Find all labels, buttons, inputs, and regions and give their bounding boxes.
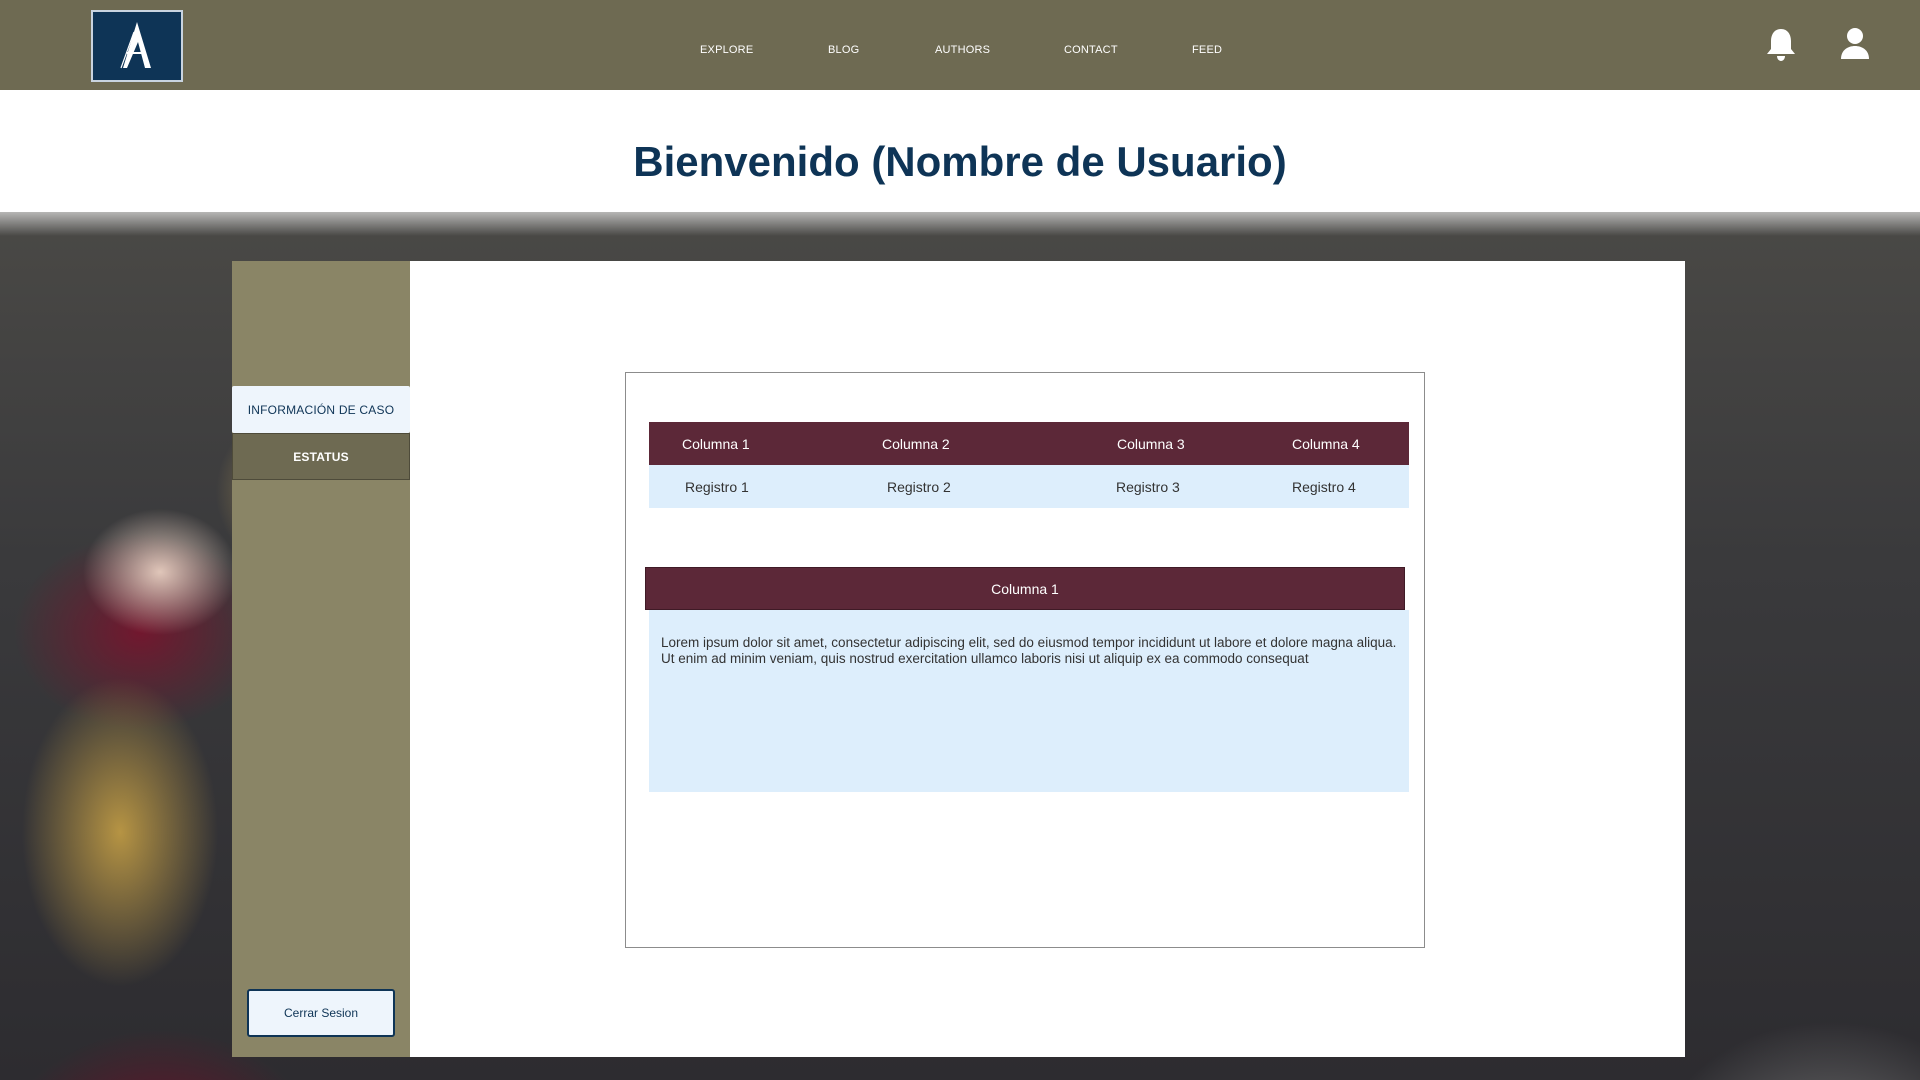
- profile-button[interactable]: [1838, 26, 1872, 62]
- records-table: Columna 1 Columna 2 Columna 3 Columna 4 …: [649, 422, 1409, 508]
- detail-table-body: Lorem ipsum dolor sit amet, consectetur …: [649, 610, 1409, 792]
- top-navigation-bar: EXPLORE BLOG AUTHORS CONTACT FEED: [0, 0, 1920, 90]
- site-logo[interactable]: [91, 10, 183, 82]
- main-panel: INFORMACIÓN DE CASO ESTATUS Cerrar Sesio…: [232, 261, 1685, 1057]
- table-row[interactable]: Registro 1 Registro 2 Registro 3 Registr…: [649, 465, 1409, 508]
- bell-icon: [1767, 29, 1795, 61]
- table-header-cell: Columna 2: [882, 435, 950, 452]
- detail-table-header: Columna 1: [645, 567, 1405, 610]
- table-header-cell: Columna 3: [1117, 435, 1185, 452]
- nav-feed[interactable]: FEED: [1192, 44, 1222, 56]
- sidebar-item-status[interactable]: ESTATUS: [232, 433, 410, 480]
- table-header-cell: Columna 4: [1292, 435, 1360, 452]
- page-title: Bienvenido (Nombre de Usuario): [633, 138, 1287, 185]
- user-icon: [1841, 28, 1869, 59]
- nav-contact[interactable]: CONTACT: [1064, 44, 1118, 56]
- logout-button[interactable]: Cerrar Sesion: [247, 989, 395, 1037]
- table-cell: Registro 3: [1116, 478, 1180, 495]
- notifications-button[interactable]: [1764, 26, 1798, 62]
- table-header-row: Columna 1 Columna 2 Columna 3 Columna 4: [649, 422, 1409, 465]
- nav-authors[interactable]: AUTHORS: [935, 44, 990, 56]
- table-header-cell: Columna 1: [682, 435, 750, 452]
- background-fade: [0, 196, 1920, 236]
- table-cell: Registro 2: [887, 478, 951, 495]
- table-cell: Registro 4: [1292, 478, 1356, 495]
- logo-letter-a-icon: [120, 22, 151, 69]
- nav-explore[interactable]: EXPLORE: [700, 44, 753, 56]
- table-cell: Registro 1: [685, 478, 749, 495]
- nav-blog[interactable]: BLOG: [828, 44, 859, 56]
- sidebar: INFORMACIÓN DE CASO ESTATUS Cerrar Sesio…: [232, 261, 410, 1057]
- content-card: Columna 1 Columna 2 Columna 3 Columna 4 …: [625, 372, 1425, 948]
- sidebar-item-case-info[interactable]: INFORMACIÓN DE CASO: [232, 386, 410, 433]
